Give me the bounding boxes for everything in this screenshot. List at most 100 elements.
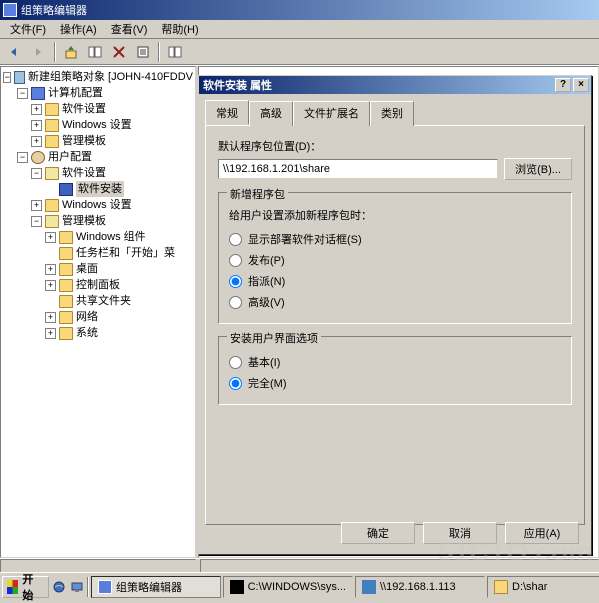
- taskbar: 开始 组策略编辑器 C:\WINDOWS\sys... \\192.168.1.…: [0, 572, 599, 600]
- folder-icon: [59, 247, 73, 260]
- delete-button[interactable]: [108, 41, 130, 63]
- tree-windows-components[interactable]: Windows 组件: [76, 229, 146, 245]
- folder-icon: [59, 311, 73, 324]
- tree-pane[interactable]: −新建组策略对象 [JOHN-410FDDV −计算机配置 +软件设置 +Win…: [0, 66, 196, 558]
- menu-action[interactable]: 操作(A): [54, 19, 103, 39]
- twist[interactable]: −: [17, 152, 28, 163]
- tree-admin-templates-u[interactable]: 管理模板: [62, 213, 106, 229]
- taskbar-task-cmd[interactable]: C:\WINDOWS\sys...: [223, 576, 353, 598]
- tab-file-extensions[interactable]: 文件扩展名: [293, 101, 370, 126]
- start-button[interactable]: 开始: [2, 576, 49, 598]
- up-button[interactable]: [60, 41, 82, 63]
- tree-software-settings[interactable]: 软件设置: [62, 101, 106, 117]
- toolbar: [0, 39, 599, 65]
- twist-root[interactable]: −: [3, 72, 11, 83]
- tree-shared-folders[interactable]: 共享文件夹: [76, 293, 131, 309]
- radio-assign[interactable]: 指派(N): [229, 271, 561, 291]
- tab-category[interactable]: 类别: [370, 101, 414, 126]
- apply-button[interactable]: 应用(A): [505, 522, 579, 544]
- tree-admin-templates[interactable]: 管理模板: [62, 133, 106, 149]
- tree-windows-settings[interactable]: Windows 设置: [62, 117, 132, 133]
- tree-desktop[interactable]: 桌面: [76, 261, 98, 277]
- windows-flag-icon: [7, 580, 18, 594]
- folder-icon: [45, 199, 59, 212]
- radio-advanced[interactable]: 高级(V): [229, 292, 561, 312]
- show-hide-tree-button[interactable]: [84, 41, 106, 63]
- folder-icon: [59, 231, 73, 244]
- taskbar-task-folder[interactable]: D:\shar: [487, 576, 599, 598]
- close-button[interactable]: ×: [573, 78, 589, 92]
- radio-publish[interactable]: 发布(P): [229, 250, 561, 270]
- help-button[interactable]: ?: [555, 78, 571, 92]
- tree-root[interactable]: 新建组策略对象 [JOHN-410FDDV: [28, 69, 193, 85]
- twist[interactable]: +: [45, 264, 56, 275]
- menu-help[interactable]: 帮助(H): [155, 19, 204, 39]
- menu-file[interactable]: 文件(F): [4, 19, 52, 39]
- properties-button[interactable]: [132, 41, 154, 63]
- folder-icon: [59, 279, 73, 292]
- tab-general[interactable]: 常规: [205, 100, 249, 125]
- twist[interactable]: −: [31, 216, 42, 227]
- new-package-group: 新增程序包 给用户设置添加新程序包时： 显示部署软件对话框(S) 发布(P) 指…: [218, 192, 572, 324]
- ui-options-group: 安装用户界面选项 基本(I) 完全(M): [218, 336, 572, 405]
- tab-advanced[interactable]: 高级: [249, 101, 293, 126]
- radio-full[interactable]: 完全(M): [229, 373, 561, 393]
- tree-control-panel[interactable]: 控制面板: [76, 277, 120, 293]
- twist[interactable]: +: [31, 200, 42, 211]
- tree-windows-settings-u[interactable]: Windows 设置: [62, 197, 132, 213]
- taskbar-task-network[interactable]: \\192.168.1.113: [355, 576, 485, 598]
- menu-view[interactable]: 查看(V): [105, 19, 154, 39]
- quicklaunch-desktop[interactable]: [69, 576, 85, 598]
- radio-show-dialog[interactable]: 显示部署软件对话框(S): [229, 229, 561, 249]
- main-titlebar: 组策略编辑器: [0, 0, 599, 20]
- twist[interactable]: +: [31, 120, 42, 131]
- twist[interactable]: −: [31, 168, 42, 179]
- twist[interactable]: +: [31, 104, 42, 115]
- folder-open-icon: [45, 215, 59, 228]
- new-package-hint: 给用户设置添加新程序包时：: [229, 207, 561, 223]
- twist[interactable]: +: [45, 232, 56, 243]
- twist[interactable]: +: [31, 136, 42, 147]
- folder-icon: [59, 327, 73, 340]
- cmd-icon: [230, 580, 244, 594]
- refresh-button[interactable]: [164, 41, 186, 63]
- cancel-button[interactable]: 取消: [423, 522, 497, 544]
- twist[interactable]: +: [45, 280, 56, 291]
- tree-taskbar-start[interactable]: 任务栏和「开始」菜: [76, 245, 175, 261]
- forward-button[interactable]: [28, 41, 50, 63]
- dialog-title: 软件安装 属性: [201, 77, 553, 93]
- tree-software-install[interactable]: 软件安装: [76, 181, 124, 197]
- window-title: 组策略编辑器: [21, 2, 596, 18]
- user-icon: [31, 151, 45, 164]
- computer-icon: [31, 87, 45, 100]
- app-icon: [3, 3, 17, 17]
- back-button[interactable]: [4, 41, 26, 63]
- default-package-label: 默认程序包位置(D)：: [218, 138, 572, 154]
- folder-icon: [59, 295, 73, 308]
- twist[interactable]: +: [45, 328, 56, 339]
- properties-dialog: 软件安装 属性 ? × 常规 高级 文件扩展名 类别 默认程序包位置(D)： 浏…: [198, 75, 592, 555]
- tree-user-config[interactable]: 用户配置: [48, 149, 92, 165]
- twist[interactable]: +: [45, 312, 56, 323]
- network-icon: [362, 580, 376, 594]
- tree-system[interactable]: 系统: [76, 325, 98, 341]
- gpedit-icon: [98, 580, 112, 594]
- radio-basic[interactable]: 基本(I): [229, 352, 561, 372]
- default-package-input[interactable]: [218, 159, 498, 179]
- tree-network[interactable]: 网络: [76, 309, 98, 325]
- taskbar-task-gpedit[interactable]: 组策略编辑器: [91, 576, 221, 598]
- menubar: 文件(F) 操作(A) 查看(V) 帮助(H): [0, 20, 599, 39]
- quicklaunch-ie[interactable]: [51, 576, 67, 598]
- ok-button[interactable]: 确定: [341, 522, 415, 544]
- browse-button[interactable]: 浏览(B)...: [504, 158, 572, 180]
- folder-icon: [59, 263, 73, 276]
- dialog-titlebar[interactable]: 软件安装 属性 ? ×: [199, 76, 591, 94]
- twist[interactable]: −: [17, 88, 28, 99]
- software-install-icon: [59, 183, 73, 196]
- tree-computer-config[interactable]: 计算机配置: [48, 85, 103, 101]
- tree-software-settings-u[interactable]: 软件设置: [62, 165, 106, 181]
- folder-icon: [45, 119, 59, 132]
- folder-open-icon: [45, 167, 59, 180]
- folder-icon: [494, 580, 508, 594]
- tab-panel-general: 默认程序包位置(D)： 浏览(B)... 新增程序包 给用户设置添加新程序包时：…: [205, 125, 585, 525]
